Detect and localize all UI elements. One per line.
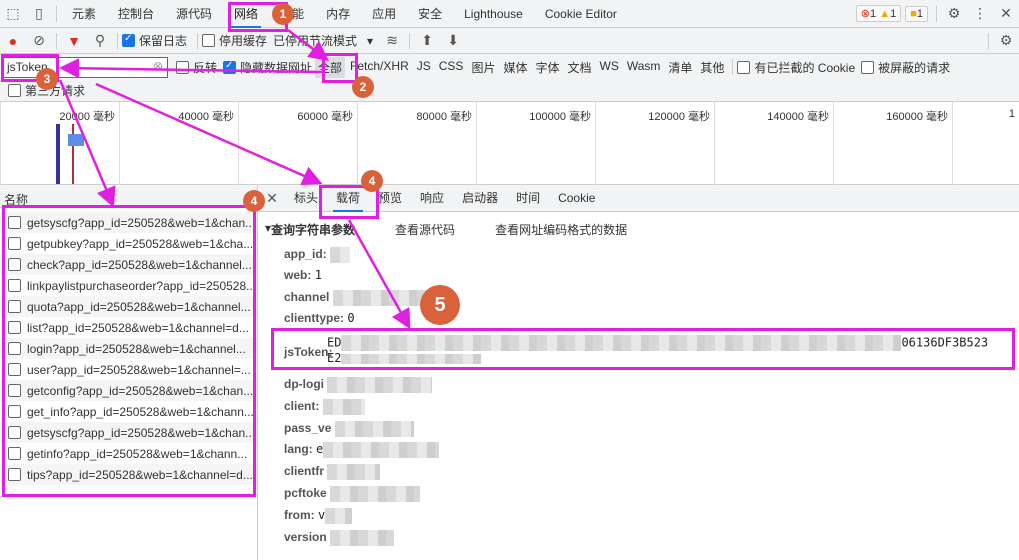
annotation-badge: 1	[272, 3, 294, 25]
annotation-arrows	[58, 29, 411, 330]
annotation-arrow	[59, 58, 323, 79]
annotation-arrow	[58, 79, 116, 208]
annotation-arrow	[287, 29, 329, 62]
annotation-badge: 4	[361, 170, 383, 192]
annotation-badge: 2	[352, 76, 374, 98]
annotation-badge: 5	[420, 285, 460, 325]
annotation-badge: 4	[243, 190, 265, 212]
annotation-badge: 3	[36, 68, 58, 90]
annotation-arrow	[347, 219, 411, 330]
annotation-arrow	[95, 82, 323, 186]
